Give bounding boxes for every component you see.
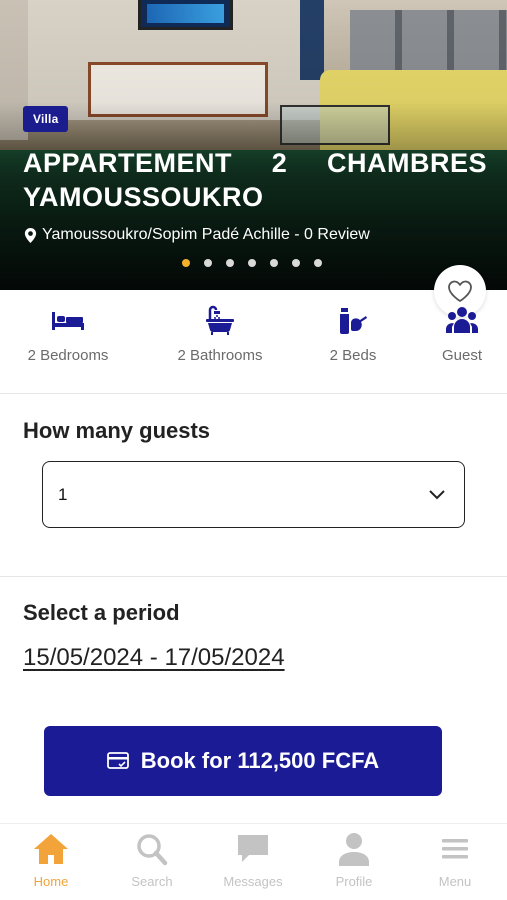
- carousel-dot[interactable]: [226, 259, 234, 267]
- guests-icon: [446, 307, 478, 333]
- section-divider: [0, 393, 507, 394]
- nav-menu[interactable]: Menu: [405, 832, 505, 889]
- location-text: Yamoussoukro/Sopim Padé Achille - 0 Revi…: [42, 226, 370, 243]
- nav-label: Menu: [438, 874, 472, 889]
- period-section-title: Select a period: [23, 600, 180, 625]
- book-button[interactable]: Book for 112,500 FCFA: [44, 726, 442, 796]
- beds-icon: [340, 308, 367, 334]
- heart-icon: [448, 280, 472, 303]
- chat-icon: [238, 835, 268, 862]
- user-icon: [339, 833, 369, 866]
- guests-select-value: 1: [58, 484, 68, 504]
- nav-label: Home: [33, 874, 69, 889]
- bed-icon: [52, 312, 84, 330]
- nav-label: Profile: [335, 874, 373, 889]
- location-pin-icon: [24, 227, 37, 243]
- nav-label: Search: [131, 874, 173, 889]
- carousel-dot[interactable]: [292, 259, 300, 267]
- feature-guests: Guest: [436, 305, 488, 364]
- nav-home[interactable]: Home: [1, 832, 101, 889]
- section-divider: [0, 576, 507, 577]
- carousel-dots: [182, 259, 322, 267]
- chevron-down-icon: [429, 489, 445, 499]
- photo-overlay: [0, 0, 507, 290]
- home-icon: [34, 834, 68, 864]
- guests-section-title: How many guests: [23, 418, 211, 443]
- carousel-dot[interactable]: [182, 259, 190, 267]
- feature-beds: 2 Beds: [326, 305, 380, 364]
- card-icon: [106, 752, 129, 769]
- feature-bedrooms: 2 Bedrooms: [22, 305, 114, 364]
- nav-search[interactable]: Search: [102, 832, 202, 889]
- amenity-summary: 2 Bedrooms 2 Bathrooms 2 Beds Guest: [0, 305, 507, 385]
- carousel-dot[interactable]: [204, 259, 212, 267]
- feature-label: 2 Beds: [329, 347, 377, 364]
- nav-messages[interactable]: Messages: [203, 832, 303, 889]
- date-range-link[interactable]: 15/05/2024 - 17/05/2024: [23, 644, 285, 672]
- nav-label: Messages: [223, 874, 283, 889]
- book-button-label: Book for 112,500 FCFA: [140, 748, 380, 773]
- feature-bathrooms: 2 Bathrooms: [170, 305, 270, 364]
- carousel-dot[interactable]: [248, 259, 256, 267]
- property-type-badge: Villa: [23, 106, 69, 132]
- feature-label: 2 Bedrooms: [27, 347, 109, 364]
- menu-icon: [442, 839, 468, 859]
- bathtub-icon: [206, 305, 234, 335]
- carousel-dot[interactable]: [270, 259, 278, 267]
- listing-photo-carousel[interactable]: Villa APPARTEMENT 2 CHAMBRES YAMOUSSOUKR…: [0, 0, 507, 290]
- nav-profile[interactable]: Profile: [304, 832, 404, 889]
- bottom-navigation: Home Search Messages Profile Menu: [0, 823, 507, 900]
- listing-location: Yamoussoukro/Sopim Padé Achille - 0 Revi…: [24, 226, 370, 244]
- search-icon: [137, 834, 168, 866]
- feature-label: Guest: [441, 347, 483, 364]
- feature-label: 2 Bathrooms: [177, 347, 263, 364]
- listing-title: APPARTEMENT 2 CHAMBRES YAMOUSSOUKRO: [23, 148, 487, 212]
- carousel-dot[interactable]: [314, 259, 322, 267]
- guests-select[interactable]: 1: [42, 461, 465, 528]
